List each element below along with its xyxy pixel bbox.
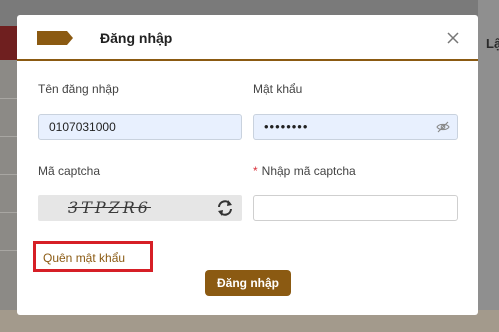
captcha-input-label-text: Nhập mã captcha [261,164,356,178]
login-modal: Đăng nhập Tên đăng nhập 0107031000 Mật k… [17,15,478,315]
refresh-icon[interactable] [216,199,234,217]
captcha-input[interactable] [253,195,458,221]
header-tag-icon [37,31,73,45]
background-right-text: Lậ [486,36,499,51]
required-mark: * [253,164,258,178]
close-icon[interactable] [445,30,461,46]
header-divider [17,59,478,61]
login-button[interactable]: Đăng nhập [205,270,291,296]
captcha-text: 3TPZR6 [68,198,151,217]
username-input[interactable]: 0107031000 [38,114,242,140]
eye-slash-icon[interactable] [436,121,450,133]
modal-header: Đăng nhập [17,15,478,61]
password-label: Mật khẩu [253,82,303,96]
forgot-password-highlight: Quên mật khẩu [33,241,153,272]
captcha-input-label: * Nhập mã captcha [253,164,356,178]
username-value: 0107031000 [49,120,116,134]
password-input[interactable]: •••••••• [253,114,458,140]
captcha-label: Mã captcha [38,164,101,178]
username-label: Tên đăng nhập [38,82,119,96]
forgot-password-link[interactable]: Quên mật khẩu [43,251,125,265]
password-value: •••••••• [264,119,309,134]
captcha-image: 3TPZR6 [38,195,242,221]
modal-title: Đăng nhập [100,30,173,46]
